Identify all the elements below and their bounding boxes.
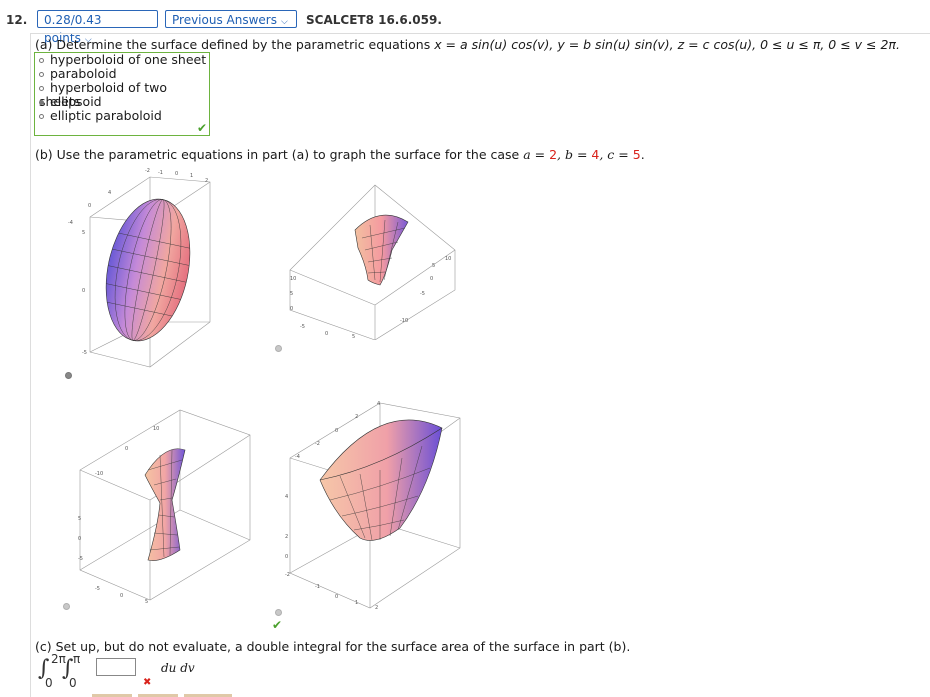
b-label: , b =: [557, 147, 592, 162]
tick-label: -1: [158, 170, 163, 176]
paraboloid-graph: 4 2 0 -2 -4 4 2 0 -2 -1 0 1 2: [285, 401, 461, 611]
tick-label: -5: [300, 324, 305, 330]
choice-label: ellipsoid: [50, 94, 102, 109]
tick-label: -2: [285, 572, 290, 578]
choice-label: elliptic paraboloid: [50, 108, 162, 123]
c-label: , c =: [599, 147, 633, 162]
tick-label: -2: [145, 168, 150, 174]
choice-label: hyperboloid of one sheet: [50, 52, 207, 67]
graph-4-radio[interactable]: [275, 609, 282, 616]
tick-label: 5: [82, 230, 85, 236]
part-b-prompt: (b) Use the parametric equations in part…: [35, 147, 645, 162]
tick-label: 5: [290, 291, 293, 297]
tick-label: -5: [82, 350, 87, 356]
tick-label: 10: [153, 426, 159, 432]
choice-item[interactable]: hyperboloid of one sheet: [35, 53, 209, 67]
tick-label: 5: [78, 516, 81, 522]
tick-label: 2: [355, 414, 358, 420]
left-rule: [30, 34, 31, 697]
tick-label: 0: [82, 288, 85, 294]
tick-label: 0: [430, 276, 433, 282]
graph-3-radio[interactable]: [63, 603, 70, 610]
choice-item[interactable]: paraboloid: [35, 67, 209, 81]
inner-lower-limit: 0: [69, 676, 77, 690]
bullet-icon: [39, 72, 44, 77]
tick-label: 4: [108, 190, 111, 196]
tick-label: 2: [375, 605, 378, 611]
cross-icon: ✖: [143, 677, 152, 688]
check-icon: ✔: [197, 121, 208, 135]
tick-label: -10: [400, 318, 408, 324]
question-number: 12.: [6, 13, 28, 27]
tick-label: 4: [285, 494, 288, 500]
tick-label: -5: [420, 291, 425, 297]
hourglass-graph: 10 0 -10 5 0 -5 -5 0 5: [78, 409, 251, 605]
tick-label: -1: [315, 584, 320, 590]
a-label: a =: [523, 147, 550, 162]
tick-label: -5: [95, 586, 100, 592]
tick-label: 0: [175, 171, 178, 177]
tick-label: 0: [88, 203, 91, 209]
choice-item[interactable]: ellipsoid: [35, 95, 209, 109]
header-divider: [30, 33, 930, 34]
tick-label: 1: [355, 600, 358, 606]
tick-label: 0: [335, 594, 338, 600]
tick-label: 0: [125, 446, 128, 452]
graph-2-radio[interactable]: [275, 345, 282, 352]
tick-label: -5: [78, 556, 83, 562]
tick-label: -10: [95, 471, 103, 477]
a-value: 2: [549, 147, 558, 162]
tick-label: 0: [120, 593, 123, 599]
tick-label: 2: [205, 178, 208, 184]
bullet-icon: [39, 58, 44, 63]
part-b-suffix: .: [640, 147, 645, 162]
question-code: SCALCET8 16.6.059.: [306, 13, 442, 27]
tick-label: 10: [445, 256, 451, 262]
tick-label: 10: [290, 276, 296, 282]
tick-label: 1: [190, 173, 193, 179]
part-a-prompt: (a) Determine the surface defined by the…: [35, 37, 900, 52]
previous-answers-label: Previous Answers: [172, 13, 277, 27]
tick-label: 0: [285, 554, 288, 560]
tick-label: 5: [352, 334, 355, 340]
choice-item[interactable]: hyperboloid of two sheets: [35, 81, 209, 109]
part-a-equation: x = a sin(u) cos(v), y = b sin(u) sin(v)…: [434, 37, 900, 52]
tick-label: 4: [377, 401, 380, 407]
part-c-prompt: (c) Set up, but do not evaluate, a doubl…: [35, 639, 631, 654]
ellipsoid-graph: -2 -1 0 1 2 -4 0 4 -5 0 5: [68, 168, 211, 368]
check-icon: ✔: [272, 618, 283, 632]
bullet-icon: [39, 86, 44, 91]
bullet-icon: [39, 114, 44, 119]
tick-label: -2: [315, 441, 320, 447]
c-value: 5: [632, 147, 641, 162]
outer-lower-limit: 0: [45, 676, 53, 690]
graph-1-radio[interactable]: [65, 372, 72, 379]
tick-label: 0: [325, 331, 328, 337]
part-a-choice-list: hyperboloid of one sheet paraboloid hype…: [34, 52, 210, 136]
hyperboloid-graph: 10 5 0 -10 -5 0 5 -5 0 5 10: [289, 184, 456, 340]
tick-label: 0: [290, 306, 293, 312]
tick-label: -4: [295, 454, 300, 460]
points-dropdown[interactable]: 0.28/0.43 points ⌵: [37, 10, 158, 45]
bullet-selected-icon: [39, 100, 44, 105]
tick-label: -4: [68, 220, 73, 226]
tick-label: 5: [145, 599, 148, 605]
previous-answers-dropdown[interactable]: Previous Answers ⌵: [165, 10, 297, 28]
part-a-prefix: (a) Determine the surface defined by the…: [35, 37, 435, 52]
part-b-prefix: (b) Use the parametric equations in part…: [35, 147, 524, 162]
inner-upper-limit: π: [73, 652, 81, 666]
tick-label: 0: [78, 536, 81, 542]
choice-item[interactable]: elliptic paraboloid: [35, 109, 209, 123]
tick-label: 5: [432, 263, 435, 269]
chevron-down-icon: ⌵: [280, 17, 288, 27]
tick-label: 0: [335, 428, 338, 434]
tick-label: 2: [285, 534, 288, 540]
differential-label: du dv: [161, 661, 195, 675]
choice-label: paraboloid: [50, 66, 117, 81]
integrand-input[interactable]: [96, 658, 136, 676]
